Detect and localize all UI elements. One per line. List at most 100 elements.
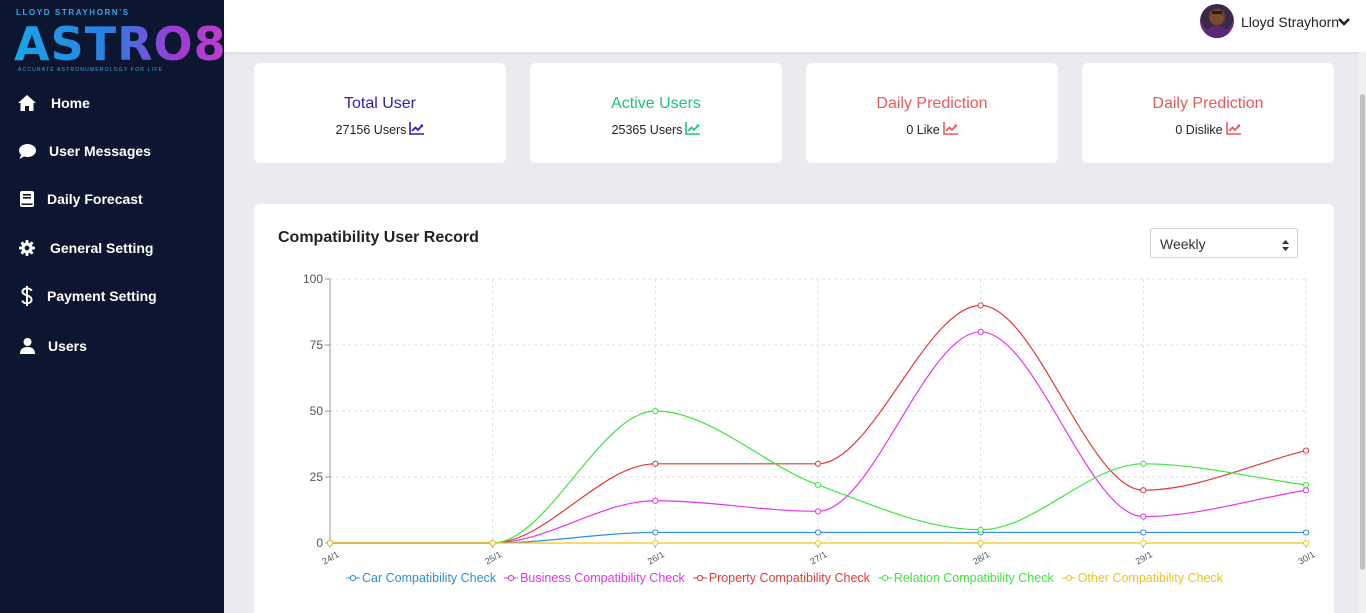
book-icon xyxy=(17,189,37,209)
comment-icon xyxy=(17,141,37,161)
sidebar-item-general-setting[interactable]: General Setting xyxy=(0,226,224,270)
brand-sub-text: ACCURATE ASTRONUMEROLOGY FOR LIFE xyxy=(18,67,163,73)
legend-label: Business Compatibility Check xyxy=(520,571,685,585)
legend-marker xyxy=(692,574,707,582)
data-point xyxy=(1302,481,1310,489)
legend-label: Car Compatibility Check xyxy=(362,571,497,585)
trend-chart-icon xyxy=(409,122,425,138)
brand-main-text: ASTRO8 xyxy=(14,17,227,71)
stat-card-active-users: Active Users 25365 Users xyxy=(530,63,782,163)
card-value-text: 0 Like xyxy=(906,123,940,137)
data-point xyxy=(1302,487,1310,494)
chevron-down-icon[interactable] xyxy=(1337,15,1353,31)
sidebar-item-users[interactable]: Users xyxy=(0,324,224,368)
x-tick-label: 30/1 xyxy=(1296,549,1316,566)
data-point xyxy=(977,526,984,533)
data-point xyxy=(326,539,334,547)
stat-card-total-user: Total User 27156 Users xyxy=(254,63,506,163)
top-bar: Lloyd Strayhorn xyxy=(224,0,1366,52)
user-icon xyxy=(17,336,37,356)
sidebar-item-label: General Setting xyxy=(50,240,154,256)
sidebar-item-label: Home xyxy=(51,95,90,111)
data-point xyxy=(814,529,822,536)
trend-chart-icon xyxy=(942,122,958,138)
x-tick-label: 25/1 xyxy=(483,549,503,566)
home-icon xyxy=(17,93,37,113)
compatibility-line-chart: 0 25 50 75 100 24/1 25/1 26/1 27/1 28/1 29/1 30/1 xyxy=(303,272,1317,567)
card-title: Total User xyxy=(343,95,417,112)
data-point xyxy=(652,497,659,504)
sidebar-item-label: Payment Setting xyxy=(47,288,157,304)
legend-label: Relation Compatibility Check xyxy=(893,571,1054,585)
data-point xyxy=(652,529,659,536)
data-point xyxy=(814,460,822,467)
data-point xyxy=(977,328,984,335)
stat-card-daily-prediction-like: Daily Prediction 0 Like xyxy=(806,63,1058,163)
card-value: 0 Like xyxy=(806,122,1058,138)
x-tick-label: 27/1 xyxy=(808,549,828,566)
sidebar-item-daily-forecast[interactable]: Daily Forecast xyxy=(0,177,224,221)
card-value: 0 Dislike xyxy=(1082,122,1334,138)
data-point xyxy=(1302,529,1310,536)
gear-icon xyxy=(17,238,37,258)
brand-logo[interactable]: LLOYD STRAYHORN'S ASTRO8 ACCURATE ASTRON… xyxy=(14,8,226,80)
sidebar-item-home[interactable]: Home xyxy=(0,81,224,125)
sidebar-item-payment-setting[interactable]: Payment Setting xyxy=(0,274,224,318)
data-point xyxy=(1302,447,1310,454)
data-point xyxy=(1140,487,1147,494)
legend-item[interactable]: Car Compatibility Check xyxy=(346,571,496,585)
data-point xyxy=(1140,513,1147,520)
data-point xyxy=(652,407,659,415)
x-tick-label: 29/1 xyxy=(1134,549,1154,566)
sidebar-item-label: Daily Forecast xyxy=(47,191,143,207)
y-tick-label: 50 xyxy=(310,404,324,418)
x-tick-label: 24/1 xyxy=(320,549,340,566)
x-tick-label: 26/1 xyxy=(646,549,666,566)
data-point xyxy=(1140,529,1147,536)
brand-top-text: LLOYD STRAYHORN'S xyxy=(16,8,130,17)
card-value-text: 27156 Users xyxy=(335,123,407,137)
page-scrollbar[interactable] xyxy=(1359,52,1366,613)
legend-item[interactable]: Other Compatibility Check xyxy=(1061,571,1223,585)
avatar[interactable] xyxy=(1200,4,1234,38)
legend-item[interactable]: Business Compatibility Check xyxy=(504,571,685,585)
sidebar-item-label: User Messages xyxy=(49,143,151,159)
legend-item[interactable]: Relation Compatibility Check xyxy=(877,571,1054,585)
data-point xyxy=(1140,460,1147,467)
card-value-text: 0 Dislike xyxy=(1175,123,1223,137)
card-value: 27156 Users xyxy=(254,122,506,138)
card-title: Active Users xyxy=(611,95,701,112)
y-tick-label: 75 xyxy=(310,338,324,352)
trend-chart-icon xyxy=(685,122,701,138)
card-title: Daily Prediction xyxy=(876,95,988,112)
user-name[interactable]: Lloyd Strayhorn xyxy=(1241,14,1339,30)
y-tick-label: 0 xyxy=(316,536,323,550)
legend-marker xyxy=(1061,574,1076,582)
data-point xyxy=(652,460,659,467)
data-point xyxy=(652,539,659,547)
legend-item[interactable]: Property Compatibility Check xyxy=(692,571,870,585)
card-value-text: 25365 Users xyxy=(611,123,683,137)
trend-chart-icon xyxy=(1225,122,1241,138)
data-point xyxy=(814,481,822,489)
data-point xyxy=(814,508,822,515)
scrollbar-thumb[interactable] xyxy=(1360,94,1365,570)
sidebar: LLOYD STRAYHORN'S ASTRO8 ACCURATE ASTRON… xyxy=(0,0,226,613)
data-point xyxy=(814,539,822,547)
legend-label: Property Compatibility Check xyxy=(708,571,870,585)
data-point xyxy=(489,539,496,547)
card-value: 25365 Users xyxy=(530,122,782,138)
sidebar-item-user-messages[interactable]: User Messages xyxy=(0,129,224,173)
sidebar-item-label: Users xyxy=(48,338,87,354)
data-point xyxy=(1140,539,1147,547)
data-point xyxy=(977,302,984,309)
stat-card-daily-prediction-dislike: Daily Prediction 0 Dislike xyxy=(1082,63,1334,163)
data-point xyxy=(977,539,984,547)
data-point xyxy=(1302,539,1310,547)
legend-label: Other Compatibility Check xyxy=(1077,571,1223,585)
y-tick-label: 25 xyxy=(310,470,324,484)
y-tick-label: 100 xyxy=(303,272,323,286)
chart-legend: Car Compatibility Check Business Compatib… xyxy=(346,570,1231,586)
legend-marker xyxy=(346,574,360,582)
x-tick-label: 28/1 xyxy=(971,549,991,566)
